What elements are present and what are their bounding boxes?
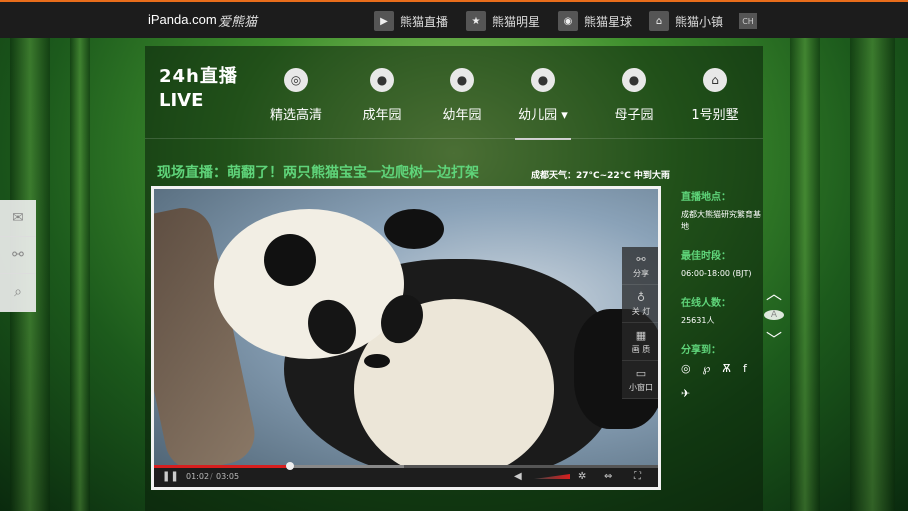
panda-ear (264, 234, 316, 286)
info-panel: 直播地点： 成都大熊猫研究繁育基地 最佳时段： 06:00-18:00 (BJT… (681, 188, 761, 400)
panda-nose (364, 354, 390, 368)
town-icon: ⌂ (649, 11, 669, 31)
duration: 03:05 (216, 472, 240, 481)
nav-label: 幼儿园 ▾ (518, 108, 568, 123)
brand-line-2: LIVE (159, 90, 204, 111)
scroll-indicator[interactable]: ︿ A ﹀ (763, 280, 785, 349)
chevron-down-icon[interactable]: ﹀ (766, 326, 782, 350)
left-dock: ✉ ⚯ ⌕ (0, 200, 36, 312)
panda-ear (384, 209, 444, 249)
twitter-icon[interactable]: ✈ (681, 387, 690, 400)
nav-item-hd[interactable]: ◎ 精选高清 (265, 68, 327, 140)
tool-label: 画 质 (631, 344, 651, 354)
share-icon: ⚯ (636, 252, 646, 266)
player-side-tools: ⚯ 分享 ♁ 关 灯 ▦ 画 质 ▭ 小窗口 (622, 247, 658, 399)
divider (145, 138, 763, 139)
nav-item-villa[interactable]: ⌂ 1号别墅 (687, 68, 743, 140)
nav-item-adult[interactable]: ● 成年园 (357, 68, 407, 140)
bamboo-stalk (790, 38, 820, 511)
time-value: 06:00-18:00 (BJT) (681, 269, 752, 278)
nav-item-mother[interactable]: ● 母子园 (609, 68, 659, 140)
main-panel: 24h直播 LIVE ◎ 精选高清 ● 成年园 ● 幼年园 ● 幼儿园 ▾ ● … (145, 46, 763, 511)
progress-knob[interactable] (286, 462, 295, 470)
language-switch[interactable]: CH (739, 13, 757, 29)
time-label: 最佳时段： (681, 251, 731, 262)
mail-icon[interactable]: ✉ (0, 200, 36, 237)
page: iPanda.com 爱熊猫 ▶ 熊猫直播 ★ 熊猫明星 ◉ 熊猫星球 ⌂ 熊猫… (0, 0, 908, 511)
top-bar: iPanda.com 爱熊猫 ▶ 熊猫直播 ★ 熊猫明星 ◉ 熊猫星球 ⌂ 熊猫… (0, 0, 908, 38)
top-nav-label: 熊猫星球 (584, 14, 633, 29)
online-value: 25631人 (681, 316, 715, 325)
video-player[interactable]: ⚯ 分享 ♁ 关 灯 ▦ 画 质 ▭ 小窗口 ❚❚ 01:02 / 03:05 … (151, 186, 661, 490)
nav-label: 幼年园 (442, 108, 482, 123)
weather-info: 成都天气：27°C~22°C 中到大雨 (531, 171, 670, 181)
bamboo-stalk (850, 38, 895, 511)
tencent-weibo-icon[interactable]: ℘ (703, 362, 711, 375)
tool-label: 小窗口 (629, 382, 653, 392)
panda-mother-icon: ● (622, 68, 646, 92)
play-icon: ▶ (374, 11, 394, 31)
live-brand[interactable]: 24h直播 LIVE (159, 62, 238, 111)
progress-fill (154, 465, 291, 468)
star-icon: ★ (466, 11, 486, 31)
gear-icon[interactable]: ✲ (578, 471, 586, 482)
quality-icon: ▦ (635, 328, 647, 342)
progress-bar[interactable] (154, 462, 658, 470)
tool-light[interactable]: ♁ 关 灯 (622, 285, 658, 323)
share-label: 分享到： (681, 345, 721, 356)
tool-quality[interactable]: ▦ 画 质 (622, 323, 658, 361)
top-nav-live[interactable]: ▶ 熊猫直播 (374, 10, 448, 32)
renren-icon[interactable]: Ѫ (722, 362, 731, 375)
weibo-icon[interactable]: ◎ (681, 362, 691, 375)
chevron-up-icon[interactable]: ︿ (766, 280, 782, 304)
share-icons: ◎ ℘ Ѫ f ✈ (681, 362, 751, 400)
camera-icon: ◎ (284, 68, 308, 92)
panda-head (214, 209, 444, 368)
search-icon[interactable]: ⌕ (0, 274, 36, 311)
fullscreen-icon[interactable]: ⛶ (634, 471, 641, 482)
scroll-dot[interactable]: A (764, 310, 784, 320)
tool-mini-window[interactable]: ▭ 小窗口 (622, 361, 658, 399)
tool-share[interactable]: ⚯ 分享 (622, 247, 658, 285)
top-nav-planet[interactable]: ◉ 熊猫星球 (558, 10, 632, 32)
nav-item-young[interactable]: ● 幼年园 (437, 68, 487, 140)
nav-label: 1号别墅 (691, 108, 739, 123)
location-label: 直播地点： (681, 192, 731, 203)
facebook-icon[interactable]: f (743, 362, 747, 375)
site-logo-cn[interactable]: 爱熊猫 (218, 11, 257, 30)
panda-adult-icon: ● (370, 68, 394, 92)
brand-line-1: 24h直播 (159, 66, 238, 87)
top-nav-label: 熊猫小镇 (675, 14, 724, 29)
nav-label: 母子园 (614, 108, 654, 123)
online-label: 在线人数： (681, 298, 731, 309)
pause-icon[interactable]: ❚❚ (162, 471, 179, 482)
nav-item-kindergarten[interactable]: ● 幼儿园 ▾ (515, 68, 571, 140)
live-headline[interactable]: 现场直播：萌翻了！两只熊猫宝宝一边爬树一边打架 (157, 162, 479, 182)
top-nav-label: 熊猫直播 (400, 14, 449, 29)
site-logo[interactable]: iPanda.com (148, 12, 217, 27)
tool-label: 分享 (633, 268, 649, 278)
globe-icon: ◉ (558, 11, 578, 31)
nav-label: 精选高清 (269, 108, 322, 123)
current-time: 01:02 (186, 472, 210, 481)
bamboo-stalk (70, 38, 90, 511)
nav-label: 成年园 (362, 108, 402, 123)
player-controls: ❚❚ 01:02 / 03:05 ◀ ✲ ⇔ ⛶ (154, 462, 658, 487)
volume-slider[interactable] (534, 474, 570, 479)
house-icon: ⌂ (703, 68, 727, 92)
top-nav-stars[interactable]: ★ 熊猫明星 (466, 10, 540, 32)
location-value: 成都大熊猫研究繁育基地 (681, 210, 761, 231)
panda-young-icon: ● (450, 68, 474, 92)
top-nav-label: 熊猫明星 (492, 14, 541, 29)
bulb-icon: ♁ (636, 290, 646, 304)
tool-label: 关 灯 (631, 306, 651, 316)
panda-kid-icon: ● (531, 68, 555, 92)
share-icon[interactable]: ⚯ (0, 237, 36, 274)
top-nav-town[interactable]: ⌂ 熊猫小镇 (649, 10, 723, 32)
widescreen-icon[interactable]: ⇔ (604, 471, 612, 482)
mini-window-icon: ▭ (635, 366, 647, 380)
volume-icon[interactable]: ◀ (514, 471, 522, 482)
